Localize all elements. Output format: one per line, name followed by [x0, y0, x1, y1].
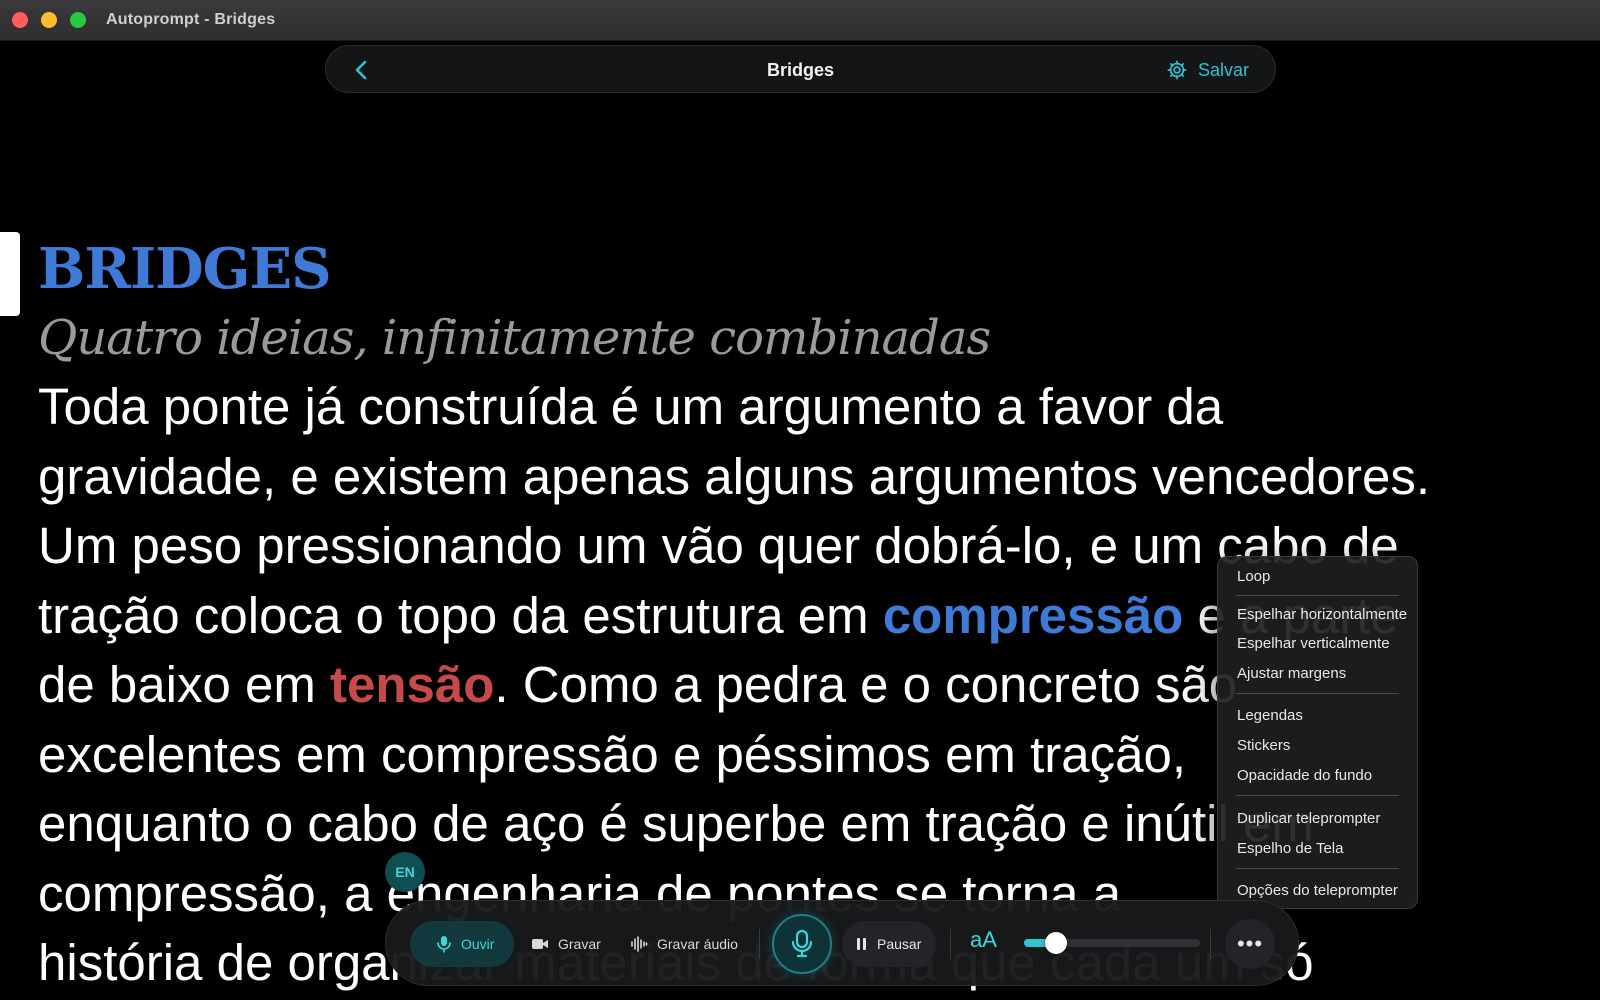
line-text: tração coloca o topo da estrutura em: [38, 586, 883, 644]
script-title: BRIDGES: [38, 236, 332, 302]
menu-separator: [1236, 868, 1399, 869]
menu-item-duplicate-teleprompter[interactable]: Duplicar teleprompter: [1237, 810, 1380, 827]
menu-item-loop[interactable]: Loop: [1237, 568, 1270, 585]
voice-tracking-button[interactable]: [772, 914, 832, 974]
menu-item-screen-mirror[interactable]: Espelho de Tela: [1237, 840, 1343, 857]
listen-button[interactable]: Ouvir: [410, 921, 514, 967]
maximize-window-button[interactable]: [70, 12, 86, 28]
menu-item-mirror-horizontal[interactable]: Espelhar horizontalmente: [1237, 606, 1407, 623]
keyword-compression: compressão: [882, 586, 1184, 644]
save-label: Salvar: [1197, 59, 1249, 80]
record-video-button[interactable]: Gravar: [531, 921, 601, 967]
menu-item-mirror-vertical[interactable]: Espelhar verticalmente: [1237, 635, 1390, 652]
keyword-tension: tensão: [330, 656, 495, 713]
menu-separator: [1236, 693, 1399, 694]
window-title: Autoprompt - Bridges: [106, 11, 276, 28]
waveform-icon: [631, 936, 648, 952]
minimize-window-button[interactable]: [41, 12, 57, 28]
toolbar-divider: [1210, 929, 1211, 959]
save-button[interactable]: Salvar: [1166, 58, 1249, 82]
script-line: Toda ponte já construída é um argumento …: [38, 378, 1224, 435]
scroll-speed-slider[interactable]: [1024, 932, 1200, 954]
menu-item-adjust-margins[interactable]: Ajustar margens: [1237, 665, 1346, 682]
pause-icon: [857, 938, 866, 950]
script-line: gravidade, e existem apenas alguns argum…: [38, 447, 1431, 505]
slider-thumb[interactable]: [1045, 932, 1067, 954]
line-text: . Como a pedra e o concreto são: [494, 656, 1238, 713]
microphone-icon: [791, 929, 813, 958]
menu-separator: [1236, 795, 1399, 796]
record-audio-label: Gravar áudio: [657, 936, 738, 952]
teleprompter-options-menu: Loop Espelhar horizontalmente Espelhar v…: [1217, 556, 1418, 909]
record-audio-button[interactable]: Gravar áudio: [630, 921, 738, 967]
menu-item-stickers[interactable]: Stickers: [1237, 737, 1290, 754]
video-camera-icon: [532, 939, 548, 949]
window-titlebar: Autoprompt - Bridges: [0, 0, 1600, 41]
menu-item-captions[interactable]: Legendas: [1237, 707, 1303, 724]
document-title: Bridges: [766, 60, 835, 80]
pause-label: Pausar: [877, 936, 922, 952]
ellipsis-icon: •••: [1236, 931, 1264, 956]
pause-button[interactable]: Pausar: [842, 921, 936, 967]
gear-icon: [1167, 60, 1187, 80]
toolbar-divider: [950, 929, 951, 959]
document-header: Bridges Salvar: [325, 45, 1276, 93]
menu-separator: [1236, 595, 1399, 596]
line-text: de baixo em: [38, 656, 331, 713]
language-badge[interactable]: EN: [385, 852, 425, 892]
font-size-icon[interactable]: aA: [970, 927, 997, 953]
script-subtitle: Quatro ideias, infinitamente combinadas: [38, 310, 991, 366]
record-label: Gravar: [558, 936, 601, 952]
toolbar-divider: [759, 929, 760, 959]
close-window-button[interactable]: [12, 12, 28, 28]
more-options-button[interactable]: •••: [1225, 919, 1275, 969]
microphone-icon: [437, 936, 451, 953]
scroll-position-marker[interactable]: [0, 232, 20, 316]
menu-item-background-opacity[interactable]: Opacidade do fundo: [1237, 767, 1372, 784]
menu-item-teleprompter-options[interactable]: Opções do teleprompter: [1237, 882, 1398, 899]
playback-toolbar: Ouvir Gravar Gravar áudio Pausar aA •••: [385, 900, 1299, 986]
listen-label: Ouvir: [461, 936, 495, 952]
